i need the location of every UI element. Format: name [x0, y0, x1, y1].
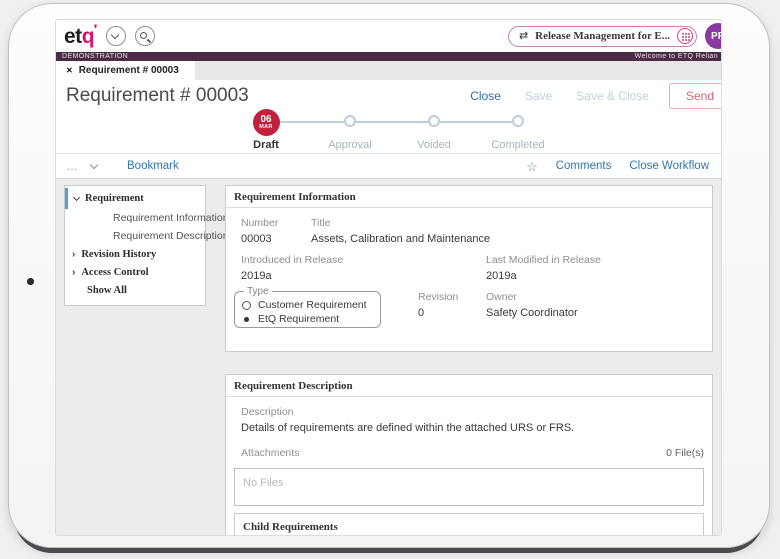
main-column: Requirement Information Number 00003 Tit…: [225, 185, 713, 535]
field-number: Number 00003: [234, 217, 311, 245]
field-revision: Revision 0: [418, 291, 458, 319]
title-row: Requirement # 00003 Close Save Save & Cl…: [56, 80, 721, 106]
more-options-icon[interactable]: …: [66, 164, 79, 169]
attachments-count: 0 File(s): [666, 447, 704, 459]
document-toolbar: Requirement # 00003 Close Save Save & Cl…: [56, 80, 721, 153]
radio-selected-icon[interactable]: [242, 315, 251, 324]
banner-welcome-text: Welcome to ETQ Relian: [635, 52, 718, 61]
attachments-dropzone[interactable]: No Files: [234, 468, 704, 506]
requirement-information-panel: Requirement Information Number 00003 Tit…: [225, 185, 713, 352]
chevron-down-icon: [111, 30, 119, 38]
etq-logo: etq❜: [64, 26, 97, 47]
logo-text-primary: et: [64, 26, 82, 47]
panel-header: Requirement Description: [226, 375, 712, 397]
document-tab-bar: ✕ Requirement # 00003: [56, 61, 721, 80]
stepper-step-approval[interactable]: Approval: [308, 108, 392, 127]
nav-dropdown-button[interactable]: [106, 26, 126, 46]
search-button[interactable]: [135, 26, 155, 46]
field-last-modified-in-release: Last Modified in Release 2019a: [486, 254, 704, 282]
attachments-placeholder: No Files: [243, 477, 283, 489]
field-owner: Owner Safety Coordinator: [486, 291, 578, 319]
logo-text-accent: q: [82, 26, 94, 47]
app-screen: etq❜ ⇄ Release Management for E... PR DE…: [56, 20, 721, 535]
radio-etq-requirement[interactable]: EtQ Requirement: [242, 312, 373, 326]
sidebar-item-requirement-information[interactable]: Requirement Information: [65, 209, 205, 227]
workflow-stepper: 06 MAR Draft Approval Voided Completed: [56, 108, 721, 153]
type-revision-owner-row: Type Customer Requirement EtQ Requiremen…: [234, 291, 704, 339]
save-and-close-button[interactable]: Save & Close: [576, 89, 649, 103]
content-area: Requirement Requirement Information Requ…: [56, 179, 721, 535]
stepper-node-icon: [512, 115, 524, 127]
stepper-step-label: Approval: [308, 139, 392, 151]
close-button[interactable]: Close: [470, 89, 501, 103]
type-radio-group: Type Customer Requirement EtQ Requiremen…: [234, 286, 381, 328]
stepper-step-label: Voided: [392, 139, 476, 151]
app-switcher-pill[interactable]: ⇄ Release Management for E...: [508, 26, 697, 47]
close-workflow-link[interactable]: Close Workflow: [629, 160, 709, 172]
description-value: Details of requirements are defined with…: [234, 422, 704, 434]
star-favorite-icon[interactable]: ☆: [526, 160, 538, 173]
search-icon: [140, 32, 147, 39]
app-grid-icon[interactable]: [677, 28, 693, 44]
child-requirements-header: Child Requirements: [234, 513, 704, 535]
sidebar-item-requirement-description[interactable]: Requirement Description: [65, 227, 205, 245]
bookmark-link[interactable]: Bookmark: [127, 160, 179, 172]
topbar-right-group: ⇄ Release Management for E... PR: [508, 23, 721, 49]
sidebar-item-access-control[interactable]: › Access Control: [65, 264, 205, 281]
tab-requirement-00003[interactable]: ✕ Requirement # 00003: [56, 61, 195, 80]
requirement-description-panel: Requirement Description Description Deta…: [225, 374, 713, 535]
app-switcher-label: Release Management for E...: [535, 30, 670, 42]
radio-unselected-icon[interactable]: [242, 301, 251, 310]
field-title: Title Assets, Calibration and Maintenanc…: [311, 217, 704, 245]
type-legend: Type: [244, 286, 272, 297]
tablet-camera-dot: [27, 278, 34, 285]
page-title: Requirement # 00003: [66, 85, 249, 107]
chevron-right-icon: ›: [72, 250, 75, 260]
radio-customer-requirement[interactable]: Customer Requirement: [242, 298, 373, 312]
send-button[interactable]: Send: [669, 83, 721, 109]
document-actions: Close Save Save & Close Send: [470, 83, 721, 109]
top-header-bar: etq❜ ⇄ Release Management for E... PR: [56, 20, 721, 52]
stepper-step-voided[interactable]: Voided: [392, 108, 476, 127]
panel-body: Number 00003 Title Assets, Calibration a…: [226, 208, 712, 351]
stepper-step-draft[interactable]: 06 MAR Draft: [224, 108, 308, 136]
stepper-step-label: Completed: [476, 139, 560, 151]
banner-environment-label: DEMONSTRATION: [62, 52, 128, 61]
comments-link[interactable]: Comments: [556, 160, 612, 172]
secondary-action-bar: … Bookmark ☆ Comments Close Workflow: [56, 153, 721, 179]
sync-arrows-icon: ⇄: [519, 31, 528, 42]
sidebar-item-revision-history[interactable]: › Revision History: [65, 246, 205, 263]
chevron-right-icon: ›: [72, 268, 75, 278]
user-avatar[interactable]: PR: [705, 23, 721, 49]
sidebar-item-requirement[interactable]: Requirement: [65, 188, 205, 209]
field-introduced-in-release: Introduced in Release 2019a: [234, 254, 486, 282]
description-label: Description: [234, 406, 704, 418]
stepper-node-icon: [428, 115, 440, 127]
logo-flag-mark: ❜: [94, 25, 97, 35]
chevron-down-icon[interactable]: [90, 161, 98, 169]
stepper-node-icon: [344, 115, 356, 127]
stepper-step-label: Draft: [224, 139, 308, 151]
right-action-links: ☆ Comments Close Workflow: [526, 160, 711, 173]
environment-banner: DEMONSTRATION Welcome to ETQ Relian: [56, 52, 721, 61]
attachments-header-row: Attachments 0 File(s): [234, 447, 704, 463]
chevron-down-icon: [73, 194, 80, 201]
panel-body: Description Details of requirements are …: [226, 397, 712, 535]
attachments-label: Attachments: [234, 447, 299, 459]
save-button[interactable]: Save: [525, 89, 552, 103]
navigation-tree: Requirement Requirement Information Requ…: [64, 185, 206, 306]
sidebar-item-show-all[interactable]: Show All: [65, 282, 205, 299]
tab-label: Requirement # 00003: [79, 65, 179, 76]
stepper-step-completed[interactable]: Completed: [476, 108, 560, 127]
tab-close-icon[interactable]: ✕: [66, 66, 73, 75]
panel-header: Requirement Information: [226, 186, 712, 208]
stepper-date-badge: 06 MAR: [253, 109, 280, 136]
